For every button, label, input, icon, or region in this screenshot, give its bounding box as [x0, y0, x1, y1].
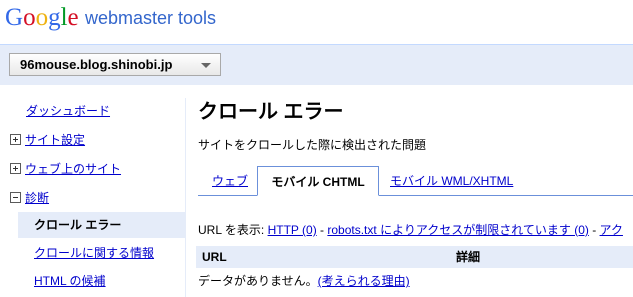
url-filter-bar: URL を表示: HTTP (0) - robots.txt によりアクセスが制…	[198, 222, 623, 238]
column-header-url: URL	[202, 250, 227, 264]
sidebar-item-label[interactable]: ダッシュボード	[26, 104, 110, 118]
filter-http-link[interactable]: HTTP (0)	[268, 223, 317, 237]
table-header: URL 詳細	[196, 246, 633, 268]
logo-letter: l	[60, 4, 68, 31]
sidebar-item-label[interactable]: ウェブ上のサイト	[25, 162, 121, 176]
sidebar-item-html-suggestions[interactable]: HTML の候補	[18, 268, 186, 294]
site-selector-bar: 96mouse.blog.shinobi.jp	[0, 44, 633, 85]
sidebar-item-crawl-stats[interactable]: クロールに関する情報	[18, 240, 186, 266]
sidebar-item-label[interactable]: クロールに関する情報	[18, 246, 154, 260]
page-title: クロール エラー	[198, 101, 344, 123]
expand-plus-icon[interactable]	[10, 134, 21, 146]
sidebar-item-label[interactable]: HTML の候補	[18, 274, 106, 288]
sidebar-group-diagnostics[interactable]: 診断	[10, 188, 49, 208]
google-logo[interactable]: Google	[5, 3, 79, 33]
sidebar-item-label[interactable]: 診断	[25, 191, 49, 205]
tab-web[interactable]: ウェブ	[212, 166, 248, 196]
tab-label[interactable]: モバイル WML/XHTML	[390, 174, 513, 188]
sidebar-divider	[185, 98, 186, 297]
filter-more-link[interactable]: アク	[600, 223, 623, 237]
sidebar-item-label[interactable]: サイト設定	[25, 133, 85, 147]
possible-reasons-link[interactable]: (考えられる理由)	[318, 274, 410, 288]
tab-label: モバイル CHTML	[271, 175, 365, 189]
expand-plus-icon[interactable]	[10, 163, 21, 175]
logo-letter: o	[35, 4, 49, 31]
filter-separator: -	[588, 223, 600, 237]
site-select-value: 96mouse.blog.shinobi.jp	[20, 57, 173, 72]
sidebar-item-dashboard[interactable]: ダッシュボード	[26, 101, 110, 121]
sidebar-item-label: クロール エラー	[34, 218, 122, 232]
tab-mobile-chtml[interactable]: モバイル CHTML	[257, 166, 379, 196]
sidebar-item-crawl-errors[interactable]: クロール エラー	[18, 212, 186, 238]
empty-message: データがありません。	[198, 274, 318, 288]
column-header-details: 詳細	[456, 250, 481, 264]
site-select-dropdown[interactable]: 96mouse.blog.shinobi.jp	[9, 53, 221, 76]
tab-label[interactable]: ウェブ	[212, 174, 248, 188]
filter-prefix: URL を表示:	[198, 223, 268, 237]
logo-letter: g	[48, 4, 61, 31]
tab-mobile-wml-xhtml[interactable]: モバイル WML/XHTML	[390, 166, 513, 196]
tab-bar: ウェブ モバイル CHTML モバイル WML/XHTML	[198, 166, 633, 196]
collapse-minus-icon[interactable]	[10, 192, 21, 204]
table-empty-row: データがありません。(考えられる理由)	[198, 273, 410, 289]
sidebar-group-site-settings[interactable]: サイト設定	[10, 130, 85, 150]
product-name: webmaster tools	[85, 8, 217, 28]
logo-letter: o	[23, 4, 36, 31]
page-description: サイトをクロールした際に検出された問題	[198, 138, 427, 152]
filter-separator: -	[316, 223, 328, 237]
sidebar-nav: ダッシュボード サイト設定 ウェブ上のサイト 診断 クロール エラー クロールに…	[0, 84, 186, 297]
sidebar-group-site-on-web[interactable]: ウェブ上のサイト	[10, 159, 121, 179]
filter-robots-link[interactable]: robots.txt によりアクセスが制限されています (0)	[327, 223, 589, 237]
logo-letter: G	[5, 4, 24, 31]
logo-letter: e	[67, 4, 79, 31]
chevron-down-icon	[201, 63, 211, 68]
